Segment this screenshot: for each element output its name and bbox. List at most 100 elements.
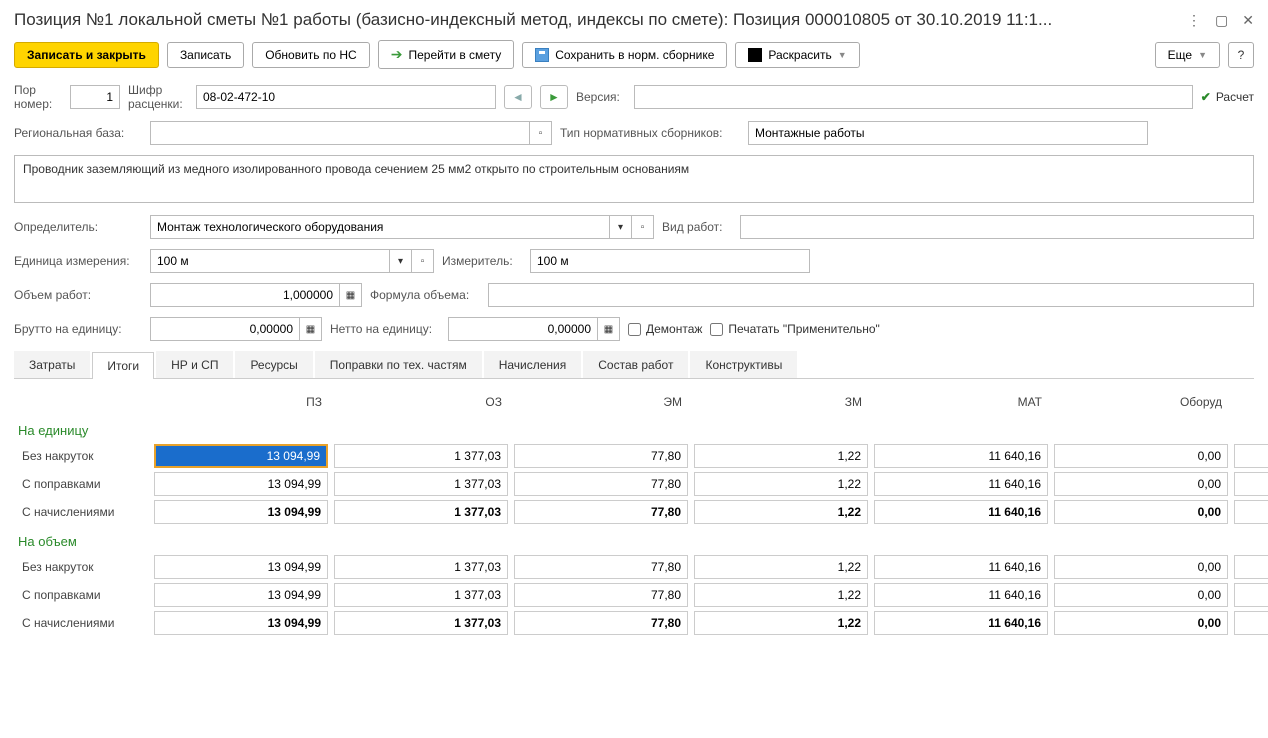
grid-cell[interactable] xyxy=(694,555,868,579)
formula-label: Формула объема: xyxy=(370,288,480,302)
grid-cell[interactable] xyxy=(1054,583,1228,607)
row-label: С начислениями xyxy=(18,505,148,519)
reg-base-label: Региональная база: xyxy=(14,126,142,140)
grid-cell[interactable] xyxy=(514,555,688,579)
version-input[interactable] xyxy=(634,85,1193,109)
grid-cell[interactable] xyxy=(514,611,688,635)
vid-rabot-input[interactable] xyxy=(740,215,1254,239)
grid-cell[interactable] xyxy=(1234,555,1268,579)
save-norm-button[interactable]: Сохранить в норм. сборнике xyxy=(522,42,727,68)
more-button[interactable]: Еще▼ xyxy=(1155,42,1220,68)
calc-icon[interactable]: ▦ xyxy=(300,317,322,341)
reg-base-input[interactable] xyxy=(150,121,530,145)
grid-cell[interactable] xyxy=(874,444,1048,468)
tab-0[interactable]: Затраты xyxy=(14,351,90,378)
color-square-icon xyxy=(748,48,762,62)
grid-cell[interactable] xyxy=(1234,472,1268,496)
grid-cell[interactable] xyxy=(694,583,868,607)
row-label: С поправками xyxy=(18,477,148,491)
ed-izm-input[interactable] xyxy=(150,249,390,273)
por-nomer-input[interactable] xyxy=(70,85,120,109)
tab-4[interactable]: Поправки по тех. частям xyxy=(315,351,482,378)
grid-cell[interactable] xyxy=(874,472,1048,496)
grid-cell[interactable] xyxy=(1054,611,1228,635)
grid-cell[interactable] xyxy=(1234,611,1268,635)
grid-cell[interactable] xyxy=(1054,472,1228,496)
paint-button[interactable]: Раскрасить▼ xyxy=(735,42,859,68)
grid-cell[interactable] xyxy=(514,500,688,524)
grid-cell[interactable] xyxy=(334,500,508,524)
col-header: Возвр МАТ xyxy=(1234,391,1268,413)
grid-cell[interactable] xyxy=(334,444,508,468)
grid-cell[interactable] xyxy=(694,472,868,496)
demontazh-checkbox[interactable]: Демонтаж xyxy=(628,322,702,336)
save-close-button[interactable]: Записать и закрыть xyxy=(14,42,159,68)
arrow-left-icon: ◄ xyxy=(512,90,524,104)
grid-cell[interactable] xyxy=(154,611,328,635)
calc-icon[interactable]: ▦ xyxy=(598,317,620,341)
formula-input[interactable] xyxy=(488,283,1254,307)
tab-5[interactable]: Начисления xyxy=(484,351,582,378)
calc-icon[interactable]: ▦ xyxy=(340,283,362,307)
izmeritel-label: Измеритель: xyxy=(442,254,522,268)
grid-cell[interactable] xyxy=(154,444,328,468)
grid-cell[interactable] xyxy=(334,472,508,496)
grid-cell[interactable] xyxy=(694,444,868,468)
grid-cell[interactable] xyxy=(154,583,328,607)
open-icon[interactable]: ▫ xyxy=(632,215,654,239)
opredelitel-label: Определитель: xyxy=(14,220,142,234)
goto-estimate-button[interactable]: ➔Перейти в смету xyxy=(378,40,514,69)
grid-cell[interactable] xyxy=(1234,500,1268,524)
maximize-icon[interactable]: ▢ xyxy=(1215,12,1228,29)
grid-cell[interactable] xyxy=(1234,583,1268,607)
col-header: Оборуд xyxy=(1054,391,1228,413)
grid-cell[interactable] xyxy=(694,611,868,635)
grid-cell[interactable] xyxy=(1054,555,1228,579)
arrow-right-icon: ➔ xyxy=(391,46,403,63)
tab-1[interactable]: Итоги xyxy=(92,352,154,379)
opredelitel-input[interactable] xyxy=(150,215,610,239)
description-box[interactable]: Проводник заземляющий из медного изолиро… xyxy=(14,155,1254,203)
kebab-icon[interactable]: ⋮ xyxy=(1187,12,1201,29)
grid-cell[interactable] xyxy=(874,500,1048,524)
tab-2[interactable]: НР и СП xyxy=(156,351,233,378)
grid-cell[interactable] xyxy=(154,500,328,524)
save-button[interactable]: Записать xyxy=(167,42,244,68)
open-icon[interactable]: ▫ xyxy=(530,121,552,145)
close-icon[interactable]: ✕ xyxy=(1242,12,1254,29)
grid-cell[interactable] xyxy=(154,555,328,579)
netto-input[interactable] xyxy=(448,317,598,341)
open-icon[interactable]: ▫ xyxy=(412,249,434,273)
grid-cell[interactable] xyxy=(874,611,1048,635)
raschet-checkbox[interactable]: ✔Расчет xyxy=(1201,90,1254,104)
tab-6[interactable]: Состав работ xyxy=(583,351,688,378)
grid-cell[interactable] xyxy=(1054,444,1228,468)
grid-cell[interactable] xyxy=(334,555,508,579)
grid-cell[interactable] xyxy=(514,472,688,496)
grid-cell[interactable] xyxy=(874,555,1048,579)
tab-3[interactable]: Ресурсы xyxy=(235,351,312,378)
col-header: ПЗ xyxy=(154,391,328,413)
chevron-down-icon[interactable]: ▾ xyxy=(610,215,632,239)
pechatat-checkbox[interactable]: Печатать "Применительно" xyxy=(710,322,879,336)
grid-cell[interactable] xyxy=(334,611,508,635)
grid-cell[interactable] xyxy=(514,444,688,468)
grid-cell[interactable] xyxy=(694,500,868,524)
next-button[interactable]: ► xyxy=(540,85,568,109)
tip-norm-input[interactable] xyxy=(748,121,1148,145)
brutto-input[interactable] xyxy=(150,317,300,341)
grid-cell[interactable] xyxy=(1054,500,1228,524)
izmeritel-input[interactable] xyxy=(530,249,810,273)
tab-7[interactable]: Конструктивы xyxy=(690,351,797,378)
obyem-input[interactable] xyxy=(150,283,340,307)
shifr-input[interactable] xyxy=(196,85,496,109)
grid-cell[interactable] xyxy=(514,583,688,607)
grid-cell[interactable] xyxy=(154,472,328,496)
grid-cell[interactable] xyxy=(1234,444,1268,468)
prev-button[interactable]: ◄ xyxy=(504,85,532,109)
help-button[interactable]: ? xyxy=(1228,42,1254,68)
grid-cell[interactable] xyxy=(334,583,508,607)
grid-cell[interactable] xyxy=(874,583,1048,607)
chevron-down-icon[interactable]: ▾ xyxy=(390,249,412,273)
update-ns-button[interactable]: Обновить по НС xyxy=(252,42,370,68)
